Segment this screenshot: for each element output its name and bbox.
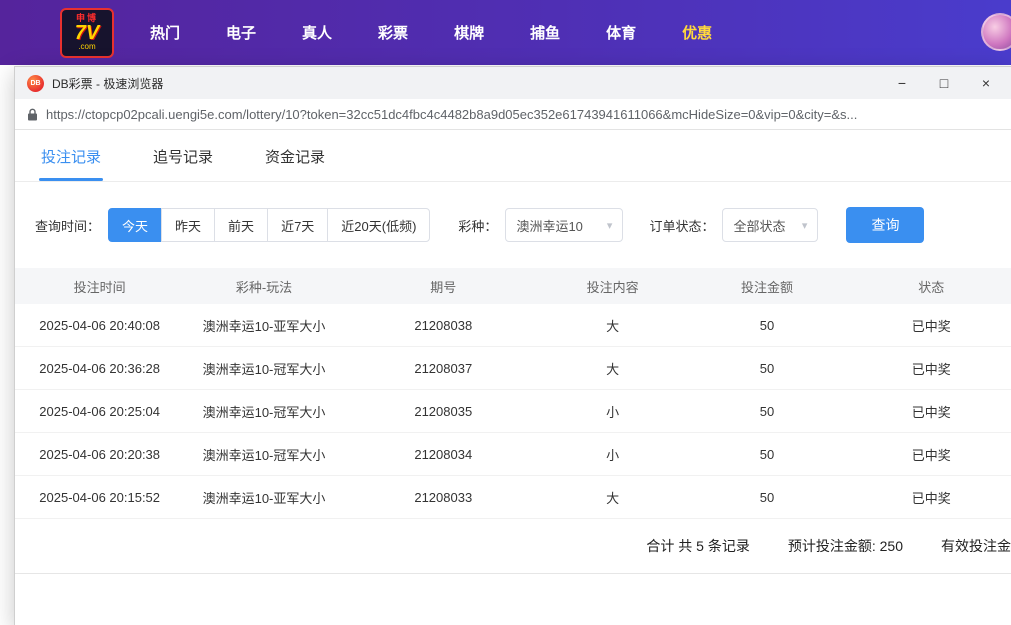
summary-total-count: 合计 共 5 条记录: [646, 536, 749, 556]
table-row[interactable]: 2025-04-06 20:25:04 澳洲幸运10-冠军大小 21208035…: [15, 390, 1011, 433]
status-badge: 已中奖: [852, 347, 1011, 390]
status-badge: 已中奖: [852, 390, 1011, 433]
bet-records-table: 投注时间 彩种-玩法 期号 投注内容 投注金额 状态 2025-04-06 20…: [15, 268, 1011, 519]
site-topbar: 申博 7V .com 热门 电子 真人 彩票 棋牌 捕鱼 体育 优惠: [0, 0, 1011, 65]
user-avatar[interactable]: [981, 13, 1011, 51]
status-badge: 已中奖: [852, 304, 1011, 347]
window-titlebar[interactable]: DB DB彩票 - 极速浏览器 − □ ×: [15, 67, 1011, 99]
table-header-row: 投注时间 彩种-玩法 期号 投注内容 投注金额 状态: [15, 268, 1011, 304]
col-header-status: 状态: [852, 268, 1011, 304]
nav-item-lottery[interactable]: 彩票: [370, 16, 416, 49]
status-select[interactable]: 全部状态 ▾: [722, 208, 818, 242]
lock-icon: [27, 108, 38, 121]
cell-lottery-play: 澳洲幸运10-冠军大小: [184, 433, 343, 476]
lottery-select-value: 澳洲幸运10: [516, 216, 582, 235]
browser-window: DB DB彩票 - 极速浏览器 − □ × https://ctopcp02pc…: [14, 66, 1011, 625]
cell-issue: 21208033: [344, 476, 543, 519]
nav-item-promo[interactable]: 优惠: [674, 16, 720, 49]
col-header-issue: 期号: [344, 268, 543, 304]
cell-bet-content: 大: [543, 304, 682, 347]
address-bar: https://ctopcp02pcali.uengi5e.com/lotter…: [15, 99, 1011, 130]
lottery-select[interactable]: 澳洲幸运10 ▾: [505, 208, 623, 242]
close-icon[interactable]: ×: [977, 76, 995, 90]
summary-expected-amount: 预计投注金额: 250: [788, 536, 903, 556]
cell-bet-content: 小: [543, 390, 682, 433]
time-filter-label: 查询时间：: [35, 216, 100, 235]
nav-item-chess[interactable]: 棋牌: [446, 16, 492, 49]
col-header-bet-content: 投注内容: [543, 268, 682, 304]
col-header-bet-amount: 投注金额: [682, 268, 851, 304]
table-row[interactable]: 2025-04-06 20:15:52 澳洲幸运10-亚军大小 21208033…: [15, 476, 1011, 519]
cell-bet-time: 2025-04-06 20:40:08: [15, 304, 184, 347]
table-row[interactable]: 2025-04-06 20:20:38 澳洲幸运10-冠军大小 21208034…: [15, 433, 1011, 476]
search-button[interactable]: 查询: [846, 207, 924, 243]
cell-lottery-play: 澳洲幸运10-亚军大小: [184, 304, 343, 347]
summary-valid-amount: 有效投注金额: [941, 536, 1011, 556]
screen: 申博 7V .com 热门 电子 真人 彩票 棋牌 捕鱼 体育 优惠 DB DB…: [0, 0, 1011, 625]
cell-bet-time: 2025-04-06 20:36:28: [15, 347, 184, 390]
time-range-group: 今天 昨天 前天 近7天 近20天(低频): [108, 208, 430, 242]
cell-bet-content: 大: [543, 347, 682, 390]
cell-issue: 21208035: [344, 390, 543, 433]
time-option-today[interactable]: 今天: [108, 208, 162, 242]
minimize-icon[interactable]: −: [893, 76, 911, 90]
window-controls: − □ ×: [893, 76, 999, 90]
status-select-value: 全部状态: [733, 216, 785, 235]
nav-item-electronic[interactable]: 电子: [218, 16, 264, 49]
cell-bet-amount: 50: [682, 390, 851, 433]
cell-issue: 21208038: [344, 304, 543, 347]
col-header-bet-time: 投注时间: [15, 268, 184, 304]
cell-issue: 21208037: [344, 347, 543, 390]
logo-text-main: 7V: [75, 23, 99, 43]
table-row[interactable]: 2025-04-06 20:40:08 澳洲幸运10-亚军大小 21208038…: [15, 304, 1011, 347]
tab-chase-records[interactable]: 追号记录: [153, 146, 213, 181]
page-content: 投注记录 追号记录 资金记录 查询时间： 今天 昨天 前天 近7天 近20天(低…: [15, 130, 1011, 625]
time-option-daybefore[interactable]: 前天: [214, 208, 268, 242]
window-title: DB彩票 - 极速浏览器: [52, 75, 163, 92]
record-tabs: 投注记录 追号记录 资金记录: [15, 130, 1011, 182]
tab-bet-records[interactable]: 投注记录: [41, 146, 101, 181]
cell-lottery-play: 澳洲幸运10-冠军大小: [184, 347, 343, 390]
summary-bar: 合计 共 5 条记录 预计投注金额: 250 有效投注金额: [15, 519, 1011, 574]
cell-bet-time: 2025-04-06 20:15:52: [15, 476, 184, 519]
col-header-lottery-play: 彩种-玩法: [184, 268, 343, 304]
table-row[interactable]: 2025-04-06 20:36:28 澳洲幸运10-冠军大小 21208037…: [15, 347, 1011, 390]
cell-bet-amount: 50: [682, 433, 851, 476]
nav-item-sports[interactable]: 体育: [598, 16, 644, 49]
cell-bet-time: 2025-04-06 20:25:04: [15, 390, 184, 433]
status-badge: 已中奖: [852, 433, 1011, 476]
cell-bet-content: 小: [543, 433, 682, 476]
cell-bet-amount: 50: [682, 476, 851, 519]
time-option-yesterday[interactable]: 昨天: [161, 208, 215, 242]
lottery-filter-label: 彩种：: [458, 216, 497, 235]
site-logo[interactable]: 申博 7V .com: [60, 8, 114, 58]
tab-fund-records[interactable]: 资金记录: [265, 146, 325, 181]
url-text[interactable]: https://ctopcp02pcali.uengi5e.com/lotter…: [46, 107, 999, 122]
cell-issue: 21208034: [344, 433, 543, 476]
cell-bet-amount: 50: [682, 347, 851, 390]
cell-bet-amount: 50: [682, 304, 851, 347]
status-badge: 已中奖: [852, 476, 1011, 519]
nav-item-fishing[interactable]: 捕鱼: [522, 16, 568, 49]
chevron-down-icon: ▾: [607, 219, 613, 232]
time-option-20days[interactable]: 近20天(低频): [327, 208, 430, 242]
nav-item-hot[interactable]: 热门: [142, 16, 188, 49]
logo-text-sub: .com: [78, 43, 95, 51]
time-option-7days[interactable]: 近7天: [267, 208, 328, 242]
maximize-icon[interactable]: □: [935, 76, 953, 90]
status-filter-label: 订单状态：: [649, 216, 714, 235]
cell-bet-time: 2025-04-06 20:20:38: [15, 433, 184, 476]
chevron-down-icon: ▾: [802, 219, 808, 232]
cell-lottery-play: 澳洲幸运10-冠军大小: [184, 390, 343, 433]
filter-bar: 查询时间： 今天 昨天 前天 近7天 近20天(低频) 彩种： 澳洲幸运10 ▾…: [15, 182, 1011, 268]
cell-bet-content: 大: [543, 476, 682, 519]
cell-lottery-play: 澳洲幸运10-亚军大小: [184, 476, 343, 519]
main-nav: 热门 电子 真人 彩票 棋牌 捕鱼 体育 优惠: [142, 16, 720, 49]
nav-item-live[interactable]: 真人: [294, 16, 340, 49]
app-icon: DB: [27, 75, 44, 92]
